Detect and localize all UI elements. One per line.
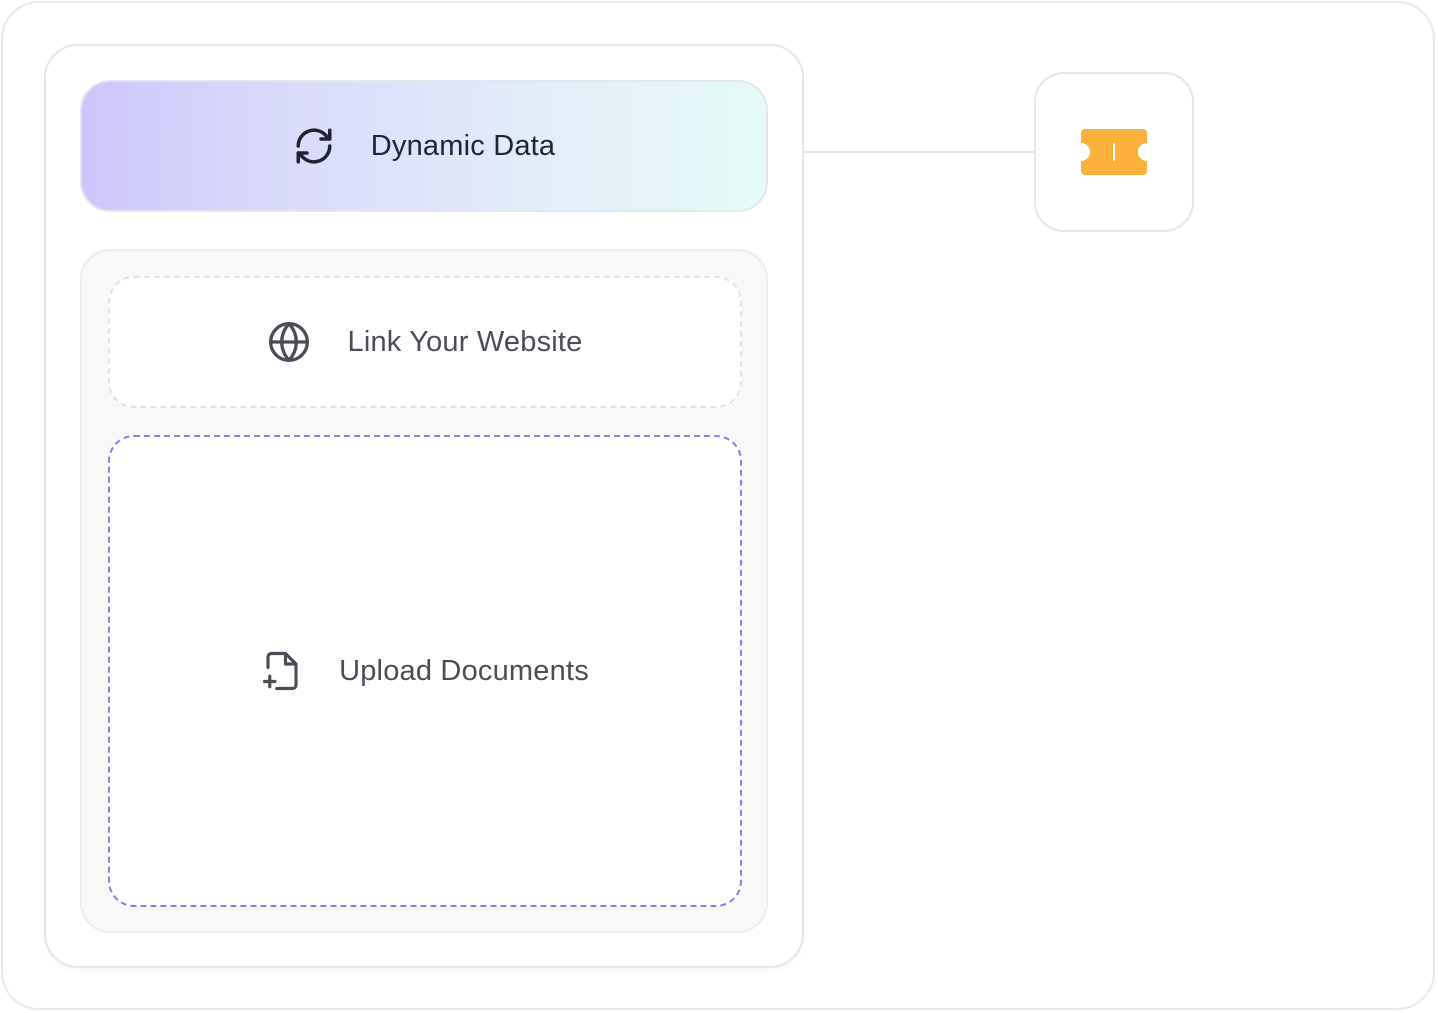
connector-line — [804, 151, 1036, 153]
globe-icon — [267, 320, 311, 364]
upload-documents-label: Upload Documents — [339, 654, 589, 687]
dynamic-data-button[interactable]: Dynamic Data — [80, 80, 768, 212]
sources-group: Link Your Website Upload Documents — [80, 249, 768, 933]
refresh-icon — [293, 125, 335, 167]
upload-documents-dropzone[interactable]: Upload Documents — [108, 435, 742, 907]
ticket-icon — [1079, 127, 1149, 177]
ticket-node[interactable] — [1034, 72, 1194, 232]
dynamic-data-label: Dynamic Data — [370, 129, 556, 162]
link-website-button[interactable]: Link Your Website — [108, 276, 742, 408]
file-plus-icon — [261, 650, 303, 692]
link-website-label: Link Your Website — [347, 325, 583, 358]
